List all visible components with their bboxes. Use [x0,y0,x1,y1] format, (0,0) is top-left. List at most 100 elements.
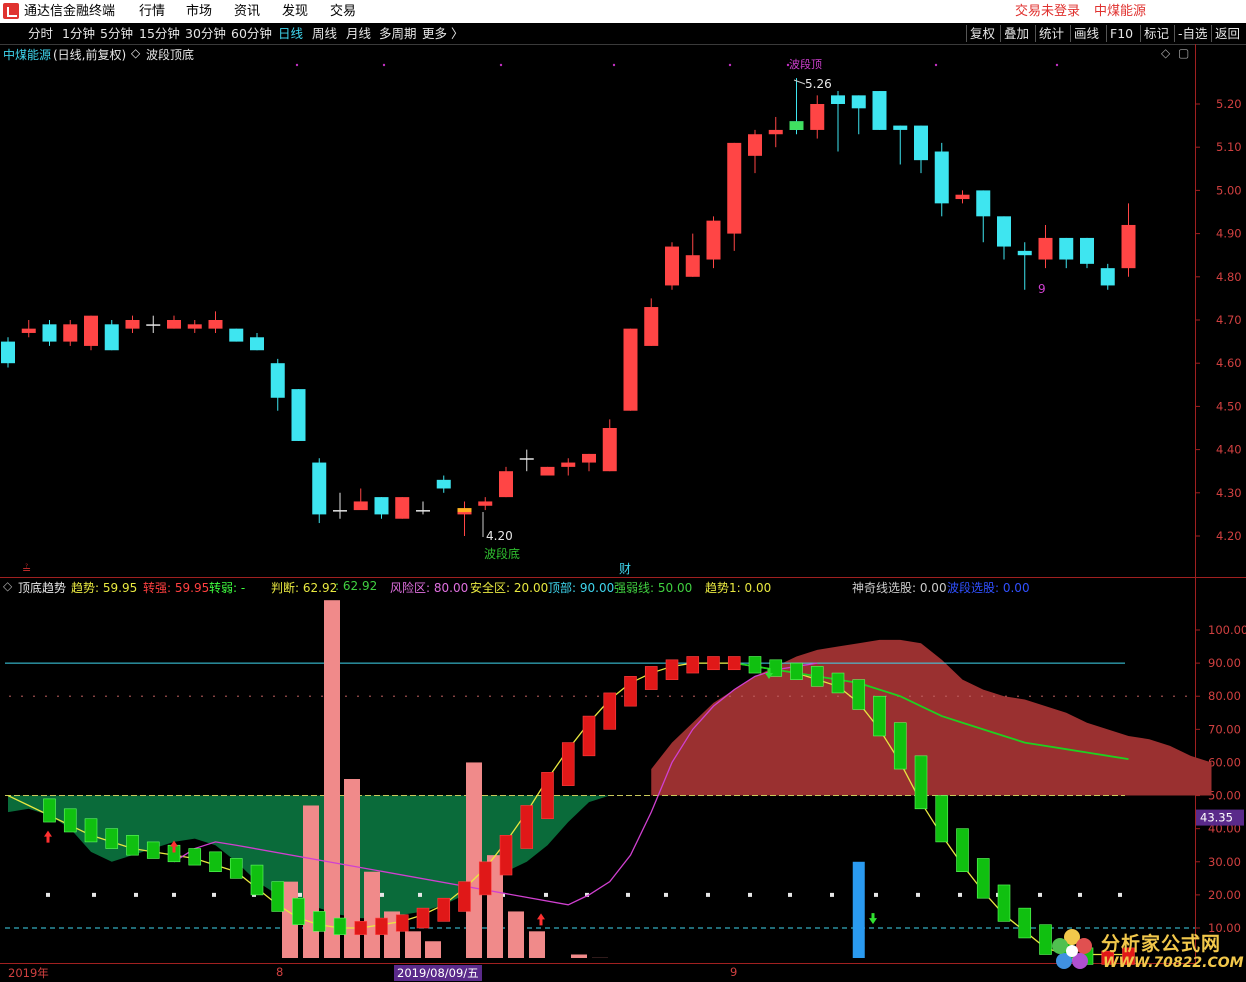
risk-dot [945,695,947,698]
risk-dot [261,695,263,698]
safe-zone-dot [46,892,50,897]
risk-dot [393,695,395,698]
candle-body [768,129,783,135]
risk-dot [441,695,443,698]
risk-dot [957,695,959,698]
risk-dot [369,695,371,698]
blue-signal-bar [852,861,865,958]
candle-body [519,458,534,460]
flower-logo-icon [1052,929,1092,969]
high-price-label: 5.26 [805,77,832,91]
risk-dot [321,695,323,698]
candle-body [333,510,347,512]
histogram-bar [529,931,545,958]
risk-dot [729,695,731,698]
risk-dot [1065,695,1067,698]
histogram-bar [571,954,587,958]
risk-dot [705,695,707,698]
finance-marker[interactable]: 财 [619,562,631,576]
osc-tick-label: 80.00 [1208,689,1241,703]
osc-tick-label: 90.00 [1208,656,1241,670]
risk-dot [489,695,491,698]
risk-dot [645,695,647,698]
risk-dot [765,695,767,698]
risk-dot [741,695,743,698]
risk-dot [45,695,47,698]
cursor-date: 2019/08/09/五 [394,965,482,981]
price-tick-label: 4.80 [1216,270,1242,284]
risk-dot [285,695,287,698]
safe-zone-dot [874,892,878,897]
risk-dot [81,695,83,698]
price-tick-label: 4.20 [1216,529,1242,543]
candle-body [997,216,1011,247]
trend-bar [1018,907,1032,939]
price-tick-label: 4.70 [1216,313,1242,327]
candle-body [499,471,513,498]
trend-bar [665,659,679,680]
oscillator-name[interactable]: 顶底趋势 [18,579,66,596]
safe-zone-dot [212,892,216,897]
signal-dot [1055,63,1059,67]
candle-body [1017,250,1032,256]
watermark: 分析家公式网 WWW.70822.COM [1047,925,1244,977]
risk-dot [837,695,839,698]
risk-dot [981,695,983,698]
candle-body [63,324,78,342]
trend-bar [312,911,326,932]
candle-body [353,501,368,511]
indicator-toggle-icon[interactable]: ◇ [131,46,140,60]
buy-arrow-icon [537,913,545,926]
low-price-label: 4.20 [486,529,513,543]
kline-chart-svg[interactable]: 5.20 5.10 5.00 4.90 4.80 4.70 4.60 4.50 4.40 4.30… [0,0,1246,982]
candle-body [934,151,949,204]
diamond-icon[interactable]: ◇ [1161,46,1170,60]
risk-dot [189,695,191,698]
risk-dot [213,695,215,698]
risk-dot [381,695,383,698]
candle-body [623,328,638,411]
signal-dot [499,63,503,67]
risk-dot [597,695,599,698]
osc-value-10: 神奇线选股: 0.00 [852,581,947,595]
candle-body [374,497,389,515]
stock-name[interactable]: 中煤能源 [3,46,51,63]
low-candle-highlight [457,508,472,513]
risk-dot [1029,695,1031,698]
risk-dot [921,695,923,698]
osc-tick-label: 70.00 [1208,722,1241,736]
risk-dot [33,695,35,698]
risk-dot [345,695,347,698]
trend-bar [229,858,243,879]
watermark-url: WWW.70822.COM [1103,955,1244,971]
main-indicator-name[interactable]: 波段顶底 [146,46,194,63]
risk-dot [129,695,131,698]
trend-bar [84,818,98,843]
maximize-icon[interactable]: ▢ [1178,46,1189,60]
candle-body [146,324,161,326]
risk-dot [1089,695,1091,698]
risk-dot [429,695,431,698]
osc-tick-label: 100.00 [1208,623,1246,637]
risk-dot [117,695,119,698]
time-axis: 2019年 8 2019/08/09/五 9 [0,964,1195,982]
trend-bar [707,656,720,671]
candle-body [84,315,98,346]
candle-body [914,125,928,161]
histogram-bar [324,600,340,958]
safe-zone-dot [748,892,752,897]
risk-dot [153,695,155,698]
osc-value-2: 转弱: - [209,581,246,595]
candle-body [167,320,181,329]
collapse-icon[interactable]: ◇ [3,579,12,593]
safe-zone-dot [706,892,710,897]
safe-zone-dot [1038,892,1042,897]
risk-dot [1185,695,1187,698]
price-axis-ticks: 5.20 5.10 5.00 4.90 4.80 4.70 4.60 4.50 4.40 4.30… [1195,97,1242,543]
high-annotation: 5.26 波段顶 [789,57,832,91]
safe-zone-dot [134,892,138,897]
candle-body [872,91,887,130]
candle-body [291,389,306,441]
oscillator-header: ◇ 顶底趋势 趋势: 59.95 转强: 59.95 转弱: - 判断: 62.92:… [0,578,1195,596]
risk-dot [297,695,299,698]
